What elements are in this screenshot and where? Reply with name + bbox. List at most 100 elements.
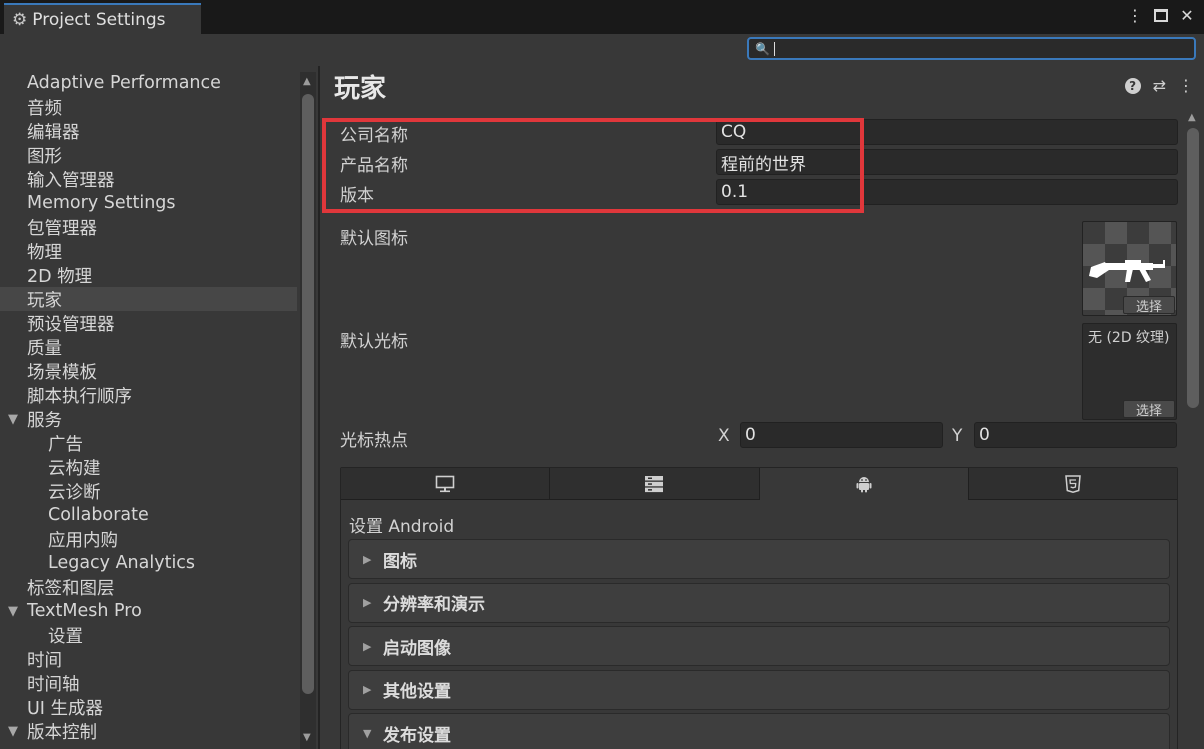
sidebar-item-label: 场景模板 bbox=[27, 362, 97, 383]
sidebar-item[interactable]: 预设管理器 bbox=[0, 311, 115, 335]
sidebar-item-label: UI 生成器 bbox=[27, 698, 104, 719]
default-icon-slot[interactable]: 选择 bbox=[1082, 221, 1177, 316]
tab-android[interactable] bbox=[759, 468, 969, 500]
sidebar-item[interactable]: 脚本执行顺序 bbox=[0, 383, 132, 407]
collapsed-arrow-icon: ▶ bbox=[363, 683, 372, 696]
sidebar-item-label: 标签和图层 bbox=[27, 578, 115, 599]
hotspot-x-label: X bbox=[718, 426, 730, 446]
sidebar-item-label: 输入管理器 bbox=[27, 170, 115, 191]
sidebar-item[interactable]: 设置 bbox=[0, 623, 83, 647]
sidebar-item[interactable]: 输入管理器 bbox=[0, 167, 115, 191]
sidebar-item-label: Collaborate bbox=[48, 505, 149, 525]
foldout-section[interactable]: ▼ 发布设置 bbox=[348, 713, 1170, 749]
product-name-field[interactable]: 程前的世界 bbox=[716, 149, 1178, 175]
project-settings-window: ⚙ Project Settings ⋮ ✕ 🔍 Adaptive Perfor… bbox=[0, 0, 1204, 749]
search-icon: 🔍 bbox=[755, 41, 770, 56]
sidebar-item-label: 广告 bbox=[48, 434, 83, 455]
foldout-label: 启动图像 bbox=[383, 638, 451, 659]
sidebar-scrollbar[interactable]: ▲ ▼ bbox=[300, 72, 316, 749]
collapsed-arrow-icon: ▶ bbox=[363, 552, 372, 566]
more-options-icon[interactable]: ⋮ bbox=[1126, 6, 1144, 25]
title-bar: ⚙ Project Settings ⋮ ✕ bbox=[0, 0, 1204, 34]
search-input[interactable]: 🔍 bbox=[747, 37, 1196, 60]
version-label: 版本 bbox=[340, 186, 374, 206]
foldout-section[interactable]: ▶ 其他设置 bbox=[348, 669, 1170, 710]
sidebar-item[interactable]: Memory Settings bbox=[0, 191, 176, 215]
cursor-hotspot-label: 光标热点 bbox=[340, 431, 408, 451]
scroll-up-icon[interactable]: ▲ bbox=[1188, 112, 1196, 123]
sidebar-item-label: 玩家 bbox=[27, 290, 62, 311]
player-settings-panel: 玩家 ? ⇄ ⋮ 公司名称 CQ 产品名称 程前的世界 版本 0.1 默认图标 bbox=[320, 66, 1204, 749]
tab-server[interactable] bbox=[550, 468, 760, 500]
sidebar-item-label: 预设管理器 bbox=[27, 314, 115, 335]
sidebar-item[interactable]: 广告 bbox=[0, 431, 83, 455]
sidebar-item[interactable]: 标签和图层 bbox=[0, 575, 115, 599]
hotspot-x-field[interactable]: 0 bbox=[740, 422, 943, 448]
maximize-button[interactable] bbox=[1152, 6, 1170, 24]
foldout-section[interactable]: ▶ 分辨率和演示 bbox=[348, 582, 1170, 623]
sidebar-item[interactable]: 云构建 bbox=[0, 455, 101, 479]
expand-arrow-icon[interactable]: ▼ bbox=[8, 604, 18, 619]
page-title: 玩家 bbox=[334, 74, 387, 104]
search-row: 🔍 bbox=[0, 34, 1204, 66]
platform-tabs bbox=[341, 468, 1177, 500]
scroll-down-icon[interactable]: ▼ bbox=[303, 732, 311, 743]
sidebar-item[interactable]: 时间 bbox=[0, 647, 62, 671]
select-icon-button[interactable]: 选择 bbox=[1123, 296, 1175, 315]
window-tab[interactable]: ⚙ Project Settings bbox=[4, 3, 201, 34]
help-icon[interactable]: ? bbox=[1124, 77, 1141, 94]
sidebar-item[interactable]: ▼ 版本控制 bbox=[0, 719, 97, 743]
desktop-icon bbox=[435, 475, 455, 492]
sidebar-item[interactable]: 云诊断 bbox=[0, 479, 101, 503]
foldout-label: 其他设置 bbox=[383, 682, 451, 702]
sidebar-item[interactable]: 时间轴 bbox=[0, 671, 80, 695]
android-icon bbox=[856, 477, 872, 493]
foldout-label: 发布设置 bbox=[383, 725, 451, 746]
expand-arrow-icon[interactable]: ▼ bbox=[8, 724, 18, 739]
sidebar-item[interactable]: 应用内购 bbox=[0, 527, 118, 551]
sidebar-item-label: 图形 bbox=[27, 146, 62, 167]
product-name-label: 产品名称 bbox=[340, 156, 408, 176]
sidebar-item[interactable]: 包管理器 bbox=[0, 215, 97, 239]
sidebar-item-label: Adaptive Performance bbox=[27, 73, 221, 93]
default-cursor-label: 默认光标 bbox=[340, 332, 408, 352]
sidebar-item[interactable]: Adaptive Performance bbox=[0, 71, 221, 95]
main-scroll-thumb[interactable] bbox=[1187, 128, 1199, 408]
default-icon-label: 默认图标 bbox=[340, 229, 408, 249]
sidebar-item[interactable]: 物理 bbox=[0, 239, 62, 263]
scroll-up-icon[interactable]: ▲ bbox=[303, 76, 311, 87]
company-name-label: 公司名称 bbox=[340, 126, 408, 146]
version-field[interactable]: 0.1 bbox=[716, 179, 1178, 205]
foldout-section[interactable]: ▶ 启动图像 bbox=[348, 626, 1170, 666]
sidebar-item[interactable]: Collaborate bbox=[0, 503, 149, 527]
window-tab-title: Project Settings bbox=[32, 9, 166, 30]
sidebar-item[interactable]: 音频 bbox=[0, 95, 62, 119]
sidebar-item[interactable]: ▼ 服务 bbox=[0, 407, 62, 431]
sidebar-item[interactable]: 玩家 bbox=[0, 287, 297, 311]
sidebar-item[interactable]: 质量 bbox=[0, 335, 62, 359]
tab-standalone[interactable] bbox=[341, 468, 551, 500]
close-button[interactable]: ✕ bbox=[1178, 6, 1196, 25]
sidebar-item[interactable]: 场景模板 bbox=[0, 359, 97, 383]
sidebar-item[interactable]: 图形 bbox=[0, 143, 62, 167]
sidebar-item-label: 2D 物理 bbox=[27, 266, 93, 287]
text-caret bbox=[773, 41, 775, 56]
more-options-icon[interactable]: ⋮ bbox=[1178, 76, 1194, 95]
sidebar-scroll-thumb[interactable] bbox=[302, 94, 314, 694]
sidebar-item[interactable]: UI 生成器 bbox=[0, 695, 103, 719]
foldout-section[interactable]: ▶ 图标 bbox=[348, 539, 1170, 579]
sidebar-item[interactable]: 2D 物理 bbox=[0, 263, 92, 287]
sidebar-item-label: 编辑器 bbox=[27, 122, 80, 143]
tab-webgl[interactable] bbox=[968, 468, 1177, 500]
company-name-field[interactable]: CQ bbox=[716, 119, 1178, 145]
sidebar-item[interactable]: 编辑器 bbox=[0, 119, 80, 143]
select-cursor-button[interactable]: 选择 bbox=[1123, 400, 1175, 419]
hotspot-y-field[interactable]: 0 bbox=[974, 422, 1177, 448]
expand-arrow-icon[interactable]: ▼ bbox=[8, 412, 18, 427]
sidebar-item[interactable]: ▼ TextMesh Pro bbox=[0, 599, 142, 623]
main-scrollbar[interactable]: ▲ bbox=[1184, 112, 1202, 749]
sidebar-item[interactable]: Legacy Analytics bbox=[0, 551, 195, 575]
presets-icon[interactable]: ⇄ bbox=[1153, 76, 1166, 95]
sidebar-item-label: 脚本执行顺序 bbox=[27, 386, 132, 407]
default-cursor-slot[interactable]: 无 (2D 纹理) 选择 bbox=[1082, 323, 1177, 420]
